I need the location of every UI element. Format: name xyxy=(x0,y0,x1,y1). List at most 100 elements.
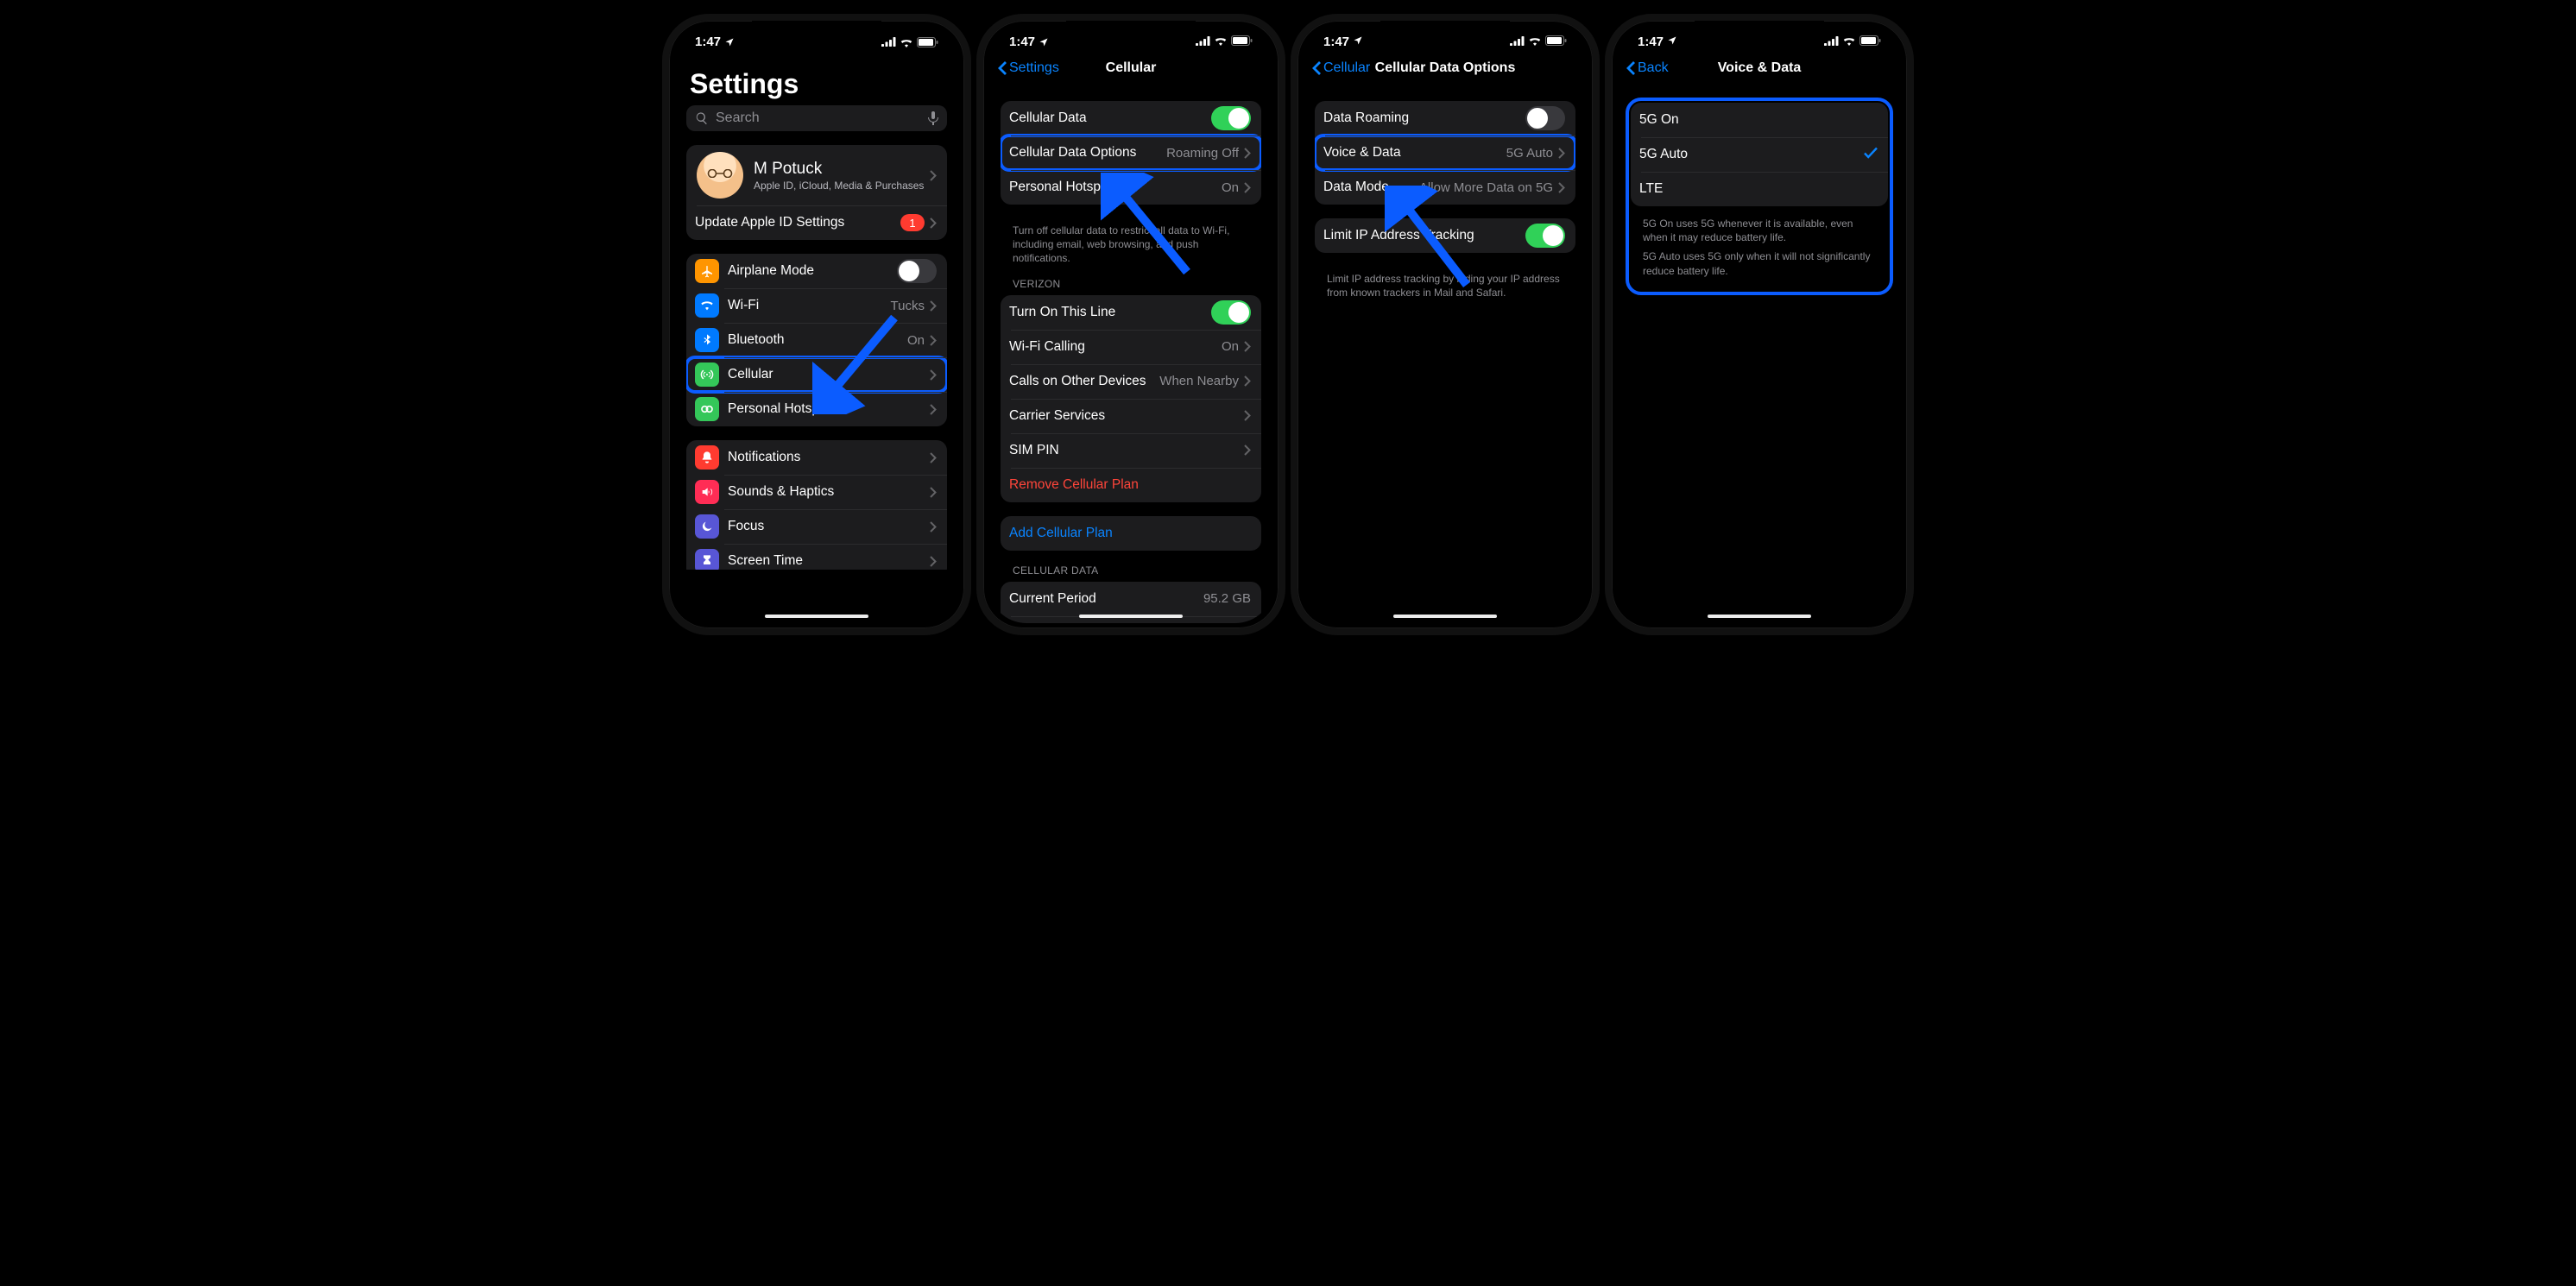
data-mode-row[interactable]: Data Mode Allow More Data on 5G xyxy=(1315,170,1575,205)
cellular-signal-icon xyxy=(881,37,896,47)
battery-icon xyxy=(1859,35,1881,49)
chevron-right-icon xyxy=(1244,341,1251,352)
section-header-data: CELLULAR DATA xyxy=(1001,564,1261,582)
data-roaming-row[interactable]: Data Roaming xyxy=(1315,101,1575,136)
focus-row[interactable]: Focus xyxy=(686,509,947,544)
sounds-row[interactable]: Sounds & Haptics xyxy=(686,475,947,509)
moon-icon xyxy=(695,514,719,539)
phone-cellular-options: 1:47 Cellular Cellular Data Options Data… xyxy=(1291,14,1600,635)
notifications-row[interactable]: Notifications xyxy=(686,440,947,475)
personal-hotspot-row[interactable]: Personal Hotspot xyxy=(686,392,947,426)
airplane-icon xyxy=(695,259,719,283)
chevron-right-icon xyxy=(1244,182,1251,193)
data-roaming-toggle[interactable] xyxy=(1525,106,1565,130)
profile-name: M Potuck xyxy=(754,160,925,179)
sim-pin-row[interactable]: SIM PIN xyxy=(1001,433,1261,468)
page-title: Settings xyxy=(674,51,959,105)
cellular-data-row[interactable]: Cellular Data xyxy=(1001,101,1261,136)
home-indicator[interactable] xyxy=(1079,615,1183,618)
back-button[interactable]: Back xyxy=(1626,60,1669,76)
airplane-toggle[interactable] xyxy=(897,259,937,283)
remove-plan-row[interactable]: Remove Cellular Plan xyxy=(1001,468,1261,502)
phone-settings: 1:47 Settings Search xyxy=(662,14,971,635)
footer-text: Limit IP address tracking by hiding your… xyxy=(1315,267,1575,312)
chevron-right-icon xyxy=(1244,444,1251,456)
chevron-right-icon xyxy=(930,487,937,498)
calls-other-devices-row[interactable]: Calls on Other Devices When Nearby xyxy=(1001,364,1261,399)
bluetooth-row[interactable]: Bluetooth On xyxy=(686,323,947,357)
chevron-right-icon xyxy=(930,170,937,181)
location-icon xyxy=(724,37,735,47)
back-button[interactable]: Cellular xyxy=(1311,60,1370,76)
chevron-right-icon xyxy=(1558,148,1565,159)
footer-text: 5G Auto uses 5G only when it will not si… xyxy=(1631,249,1888,289)
chevron-right-icon xyxy=(930,300,937,312)
profile-sub: Apple ID, iCloud, Media & Purchases xyxy=(754,180,925,192)
cellular-row[interactable]: Cellular xyxy=(686,357,947,392)
hotspot-icon xyxy=(695,397,719,421)
home-indicator[interactable] xyxy=(1708,615,1811,618)
option-5g-on[interactable]: 5G On xyxy=(1631,103,1888,137)
limit-ip-row[interactable]: Limit IP Address Tracking xyxy=(1315,218,1575,253)
chevron-left-icon xyxy=(1311,60,1322,76)
battery-icon xyxy=(1545,35,1567,49)
personal-hotspot-row[interactable]: Personal Hotspot On xyxy=(1001,170,1261,205)
location-icon xyxy=(1667,35,1677,49)
home-indicator[interactable] xyxy=(765,615,868,618)
badge: 1 xyxy=(900,214,925,231)
limit-ip-toggle[interactable] xyxy=(1525,224,1565,248)
search-field[interactable]: Search xyxy=(686,105,947,131)
notch xyxy=(1380,21,1510,41)
avatar xyxy=(697,152,743,199)
wifi-row[interactable]: Wi-Fi Tucks xyxy=(686,288,947,323)
section-header-carrier: VERIZON xyxy=(1001,278,1261,295)
cellular-icon xyxy=(695,362,719,387)
highlight-box: 5G On 5G Auto LTE 5G On uses 5G whenever… xyxy=(1629,101,1890,292)
phone-cellular: 1:47 Settings Cellular Cellular Data Cel… xyxy=(976,14,1285,635)
chevron-right-icon xyxy=(930,404,937,415)
speaker-icon xyxy=(695,480,719,504)
screen-time-row[interactable]: Screen Time xyxy=(686,544,947,570)
update-apple-id-row[interactable]: Update Apple ID Settings 1 xyxy=(686,205,947,240)
search-icon xyxy=(695,111,709,125)
option-lte[interactable]: LTE xyxy=(1631,172,1888,206)
home-indicator[interactable] xyxy=(1393,615,1497,618)
footer-text: Turn off cellular data to restrict all d… xyxy=(1001,218,1261,278)
cellular-signal-icon xyxy=(1824,35,1839,49)
chevron-right-icon xyxy=(1244,148,1251,159)
chevron-right-icon xyxy=(1244,375,1251,387)
carrier-services-row[interactable]: Carrier Services xyxy=(1001,399,1261,433)
hourglass-icon xyxy=(695,549,719,570)
chevron-right-icon xyxy=(1558,182,1565,193)
wifi-icon xyxy=(1214,35,1228,49)
chevron-left-icon xyxy=(1626,60,1636,76)
chevron-right-icon xyxy=(930,556,937,567)
wifi-icon xyxy=(1528,35,1542,49)
notch xyxy=(1695,21,1824,41)
bell-icon xyxy=(695,445,719,470)
notch xyxy=(752,21,881,41)
bluetooth-icon xyxy=(695,328,719,352)
turn-on-line-row[interactable]: Turn On This Line xyxy=(1001,295,1261,330)
current-period-row: Current Period 95.2 GB xyxy=(1001,582,1261,616)
option-5g-auto[interactable]: 5G Auto xyxy=(1631,137,1888,172)
dictation-icon[interactable] xyxy=(928,111,938,125)
wifi-calling-row[interactable]: Wi-Fi Calling On xyxy=(1001,330,1261,364)
wifi-icon xyxy=(1842,35,1856,49)
chevron-right-icon xyxy=(930,217,937,229)
chevron-right-icon xyxy=(930,369,937,381)
airplane-mode-row[interactable]: Airplane Mode xyxy=(686,254,947,288)
status-time: 1:47 xyxy=(695,35,721,49)
footer-text: 5G On uses 5G whenever it is available, … xyxy=(1631,211,1888,249)
add-cellular-plan-row[interactable]: Add Cellular Plan xyxy=(1001,516,1261,551)
cellular-data-toggle[interactable] xyxy=(1211,106,1251,130)
cellular-signal-icon xyxy=(1196,35,1210,49)
cellular-data-options-row[interactable]: Cellular Data Options Roaming Off xyxy=(1001,136,1261,170)
line-toggle[interactable] xyxy=(1211,300,1251,325)
apple-id-row[interactable]: M Potuck Apple ID, iCloud, Media & Purch… xyxy=(686,145,947,205)
status-time: 1:47 xyxy=(1323,35,1349,49)
back-button[interactable]: Settings xyxy=(997,60,1059,76)
chevron-right-icon xyxy=(930,452,937,463)
search-placeholder: Search xyxy=(716,110,921,126)
voice-data-row[interactable]: Voice & Data 5G Auto xyxy=(1315,136,1575,170)
